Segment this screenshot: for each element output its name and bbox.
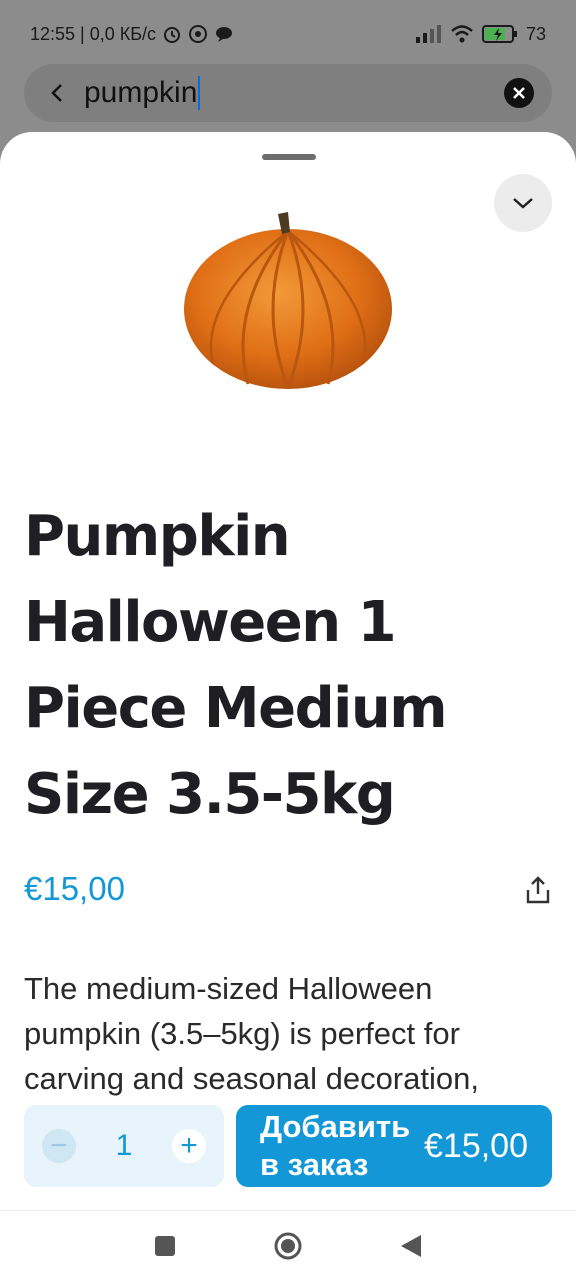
battery-level: 73: [525, 23, 546, 44]
product-title: Pumpkin Halloween 1 Piece Medium Size 3.…: [24, 494, 544, 838]
search-query: pumpkin: [84, 76, 198, 109]
search-back-button[interactable]: [42, 78, 72, 108]
add-to-order-label: Добавить в заказ: [260, 1109, 411, 1182]
whatsapp-icon: [189, 25, 208, 43]
description-line: carving and seasonal decoration,: [24, 1061, 479, 1096]
clear-icon: [513, 87, 525, 99]
nav-home-icon[interactable]: [273, 1231, 303, 1261]
collapse-button[interactable]: [494, 174, 552, 232]
chat-icon: [216, 27, 233, 42]
decrease-quantity-button[interactable]: −: [42, 1129, 76, 1163]
increase-quantity-button[interactable]: +: [172, 1129, 206, 1163]
description-line: pumpkin (3.5–5kg) is perfect for: [24, 1016, 460, 1051]
add-to-order-button[interactable]: Добавить в заказ €15,00: [236, 1105, 552, 1187]
search-input[interactable]: pumpkin: [84, 76, 201, 110]
product-price: €15,00: [24, 870, 125, 907]
chevron-left-icon: [51, 84, 62, 102]
wifi-icon: [451, 25, 473, 43]
share-icon[interactable]: [522, 874, 554, 906]
product-title-line: Size 3.5-5kg: [24, 762, 396, 827]
quantity-value: 1: [115, 1129, 133, 1162]
nav-recents-icon[interactable]: [153, 1234, 177, 1258]
status-time: 12:55 | 0,0 КБ/с: [30, 23, 157, 44]
product-image: [184, 212, 392, 389]
product-title-line: Pumpkin: [24, 504, 291, 569]
sheet-drag-handle[interactable]: [262, 154, 316, 160]
battery-icon: [481, 25, 517, 43]
status-bar: 12:55 | 0,0 КБ/с 73: [0, 0, 576, 68]
system-nav-bar: [0, 1210, 576, 1280]
text-caret: [198, 76, 201, 110]
chevron-down-icon: [513, 198, 533, 209]
quantity-stepper[interactable]: − 1 +: [24, 1105, 224, 1187]
product-description: The medium-sized Halloween pumpkin (3.5–…: [24, 966, 554, 1101]
product-title-line: Piece Medium: [24, 676, 448, 741]
signal-icon: [415, 25, 441, 43]
alarm-icon: [164, 27, 181, 43]
product-title-line: Halloween 1: [24, 590, 397, 655]
add-to-order-price: €15,00: [424, 1126, 528, 1165]
search-clear-button[interactable]: [504, 78, 534, 108]
product-sheet: Pumpkin Halloween 1 Piece Medium Size 3.…: [0, 132, 576, 1210]
description-line: The medium-sized Halloween: [24, 971, 433, 1006]
search-bar[interactable]: pumpkin: [24, 64, 552, 122]
nav-back-icon[interactable]: [399, 1233, 423, 1259]
